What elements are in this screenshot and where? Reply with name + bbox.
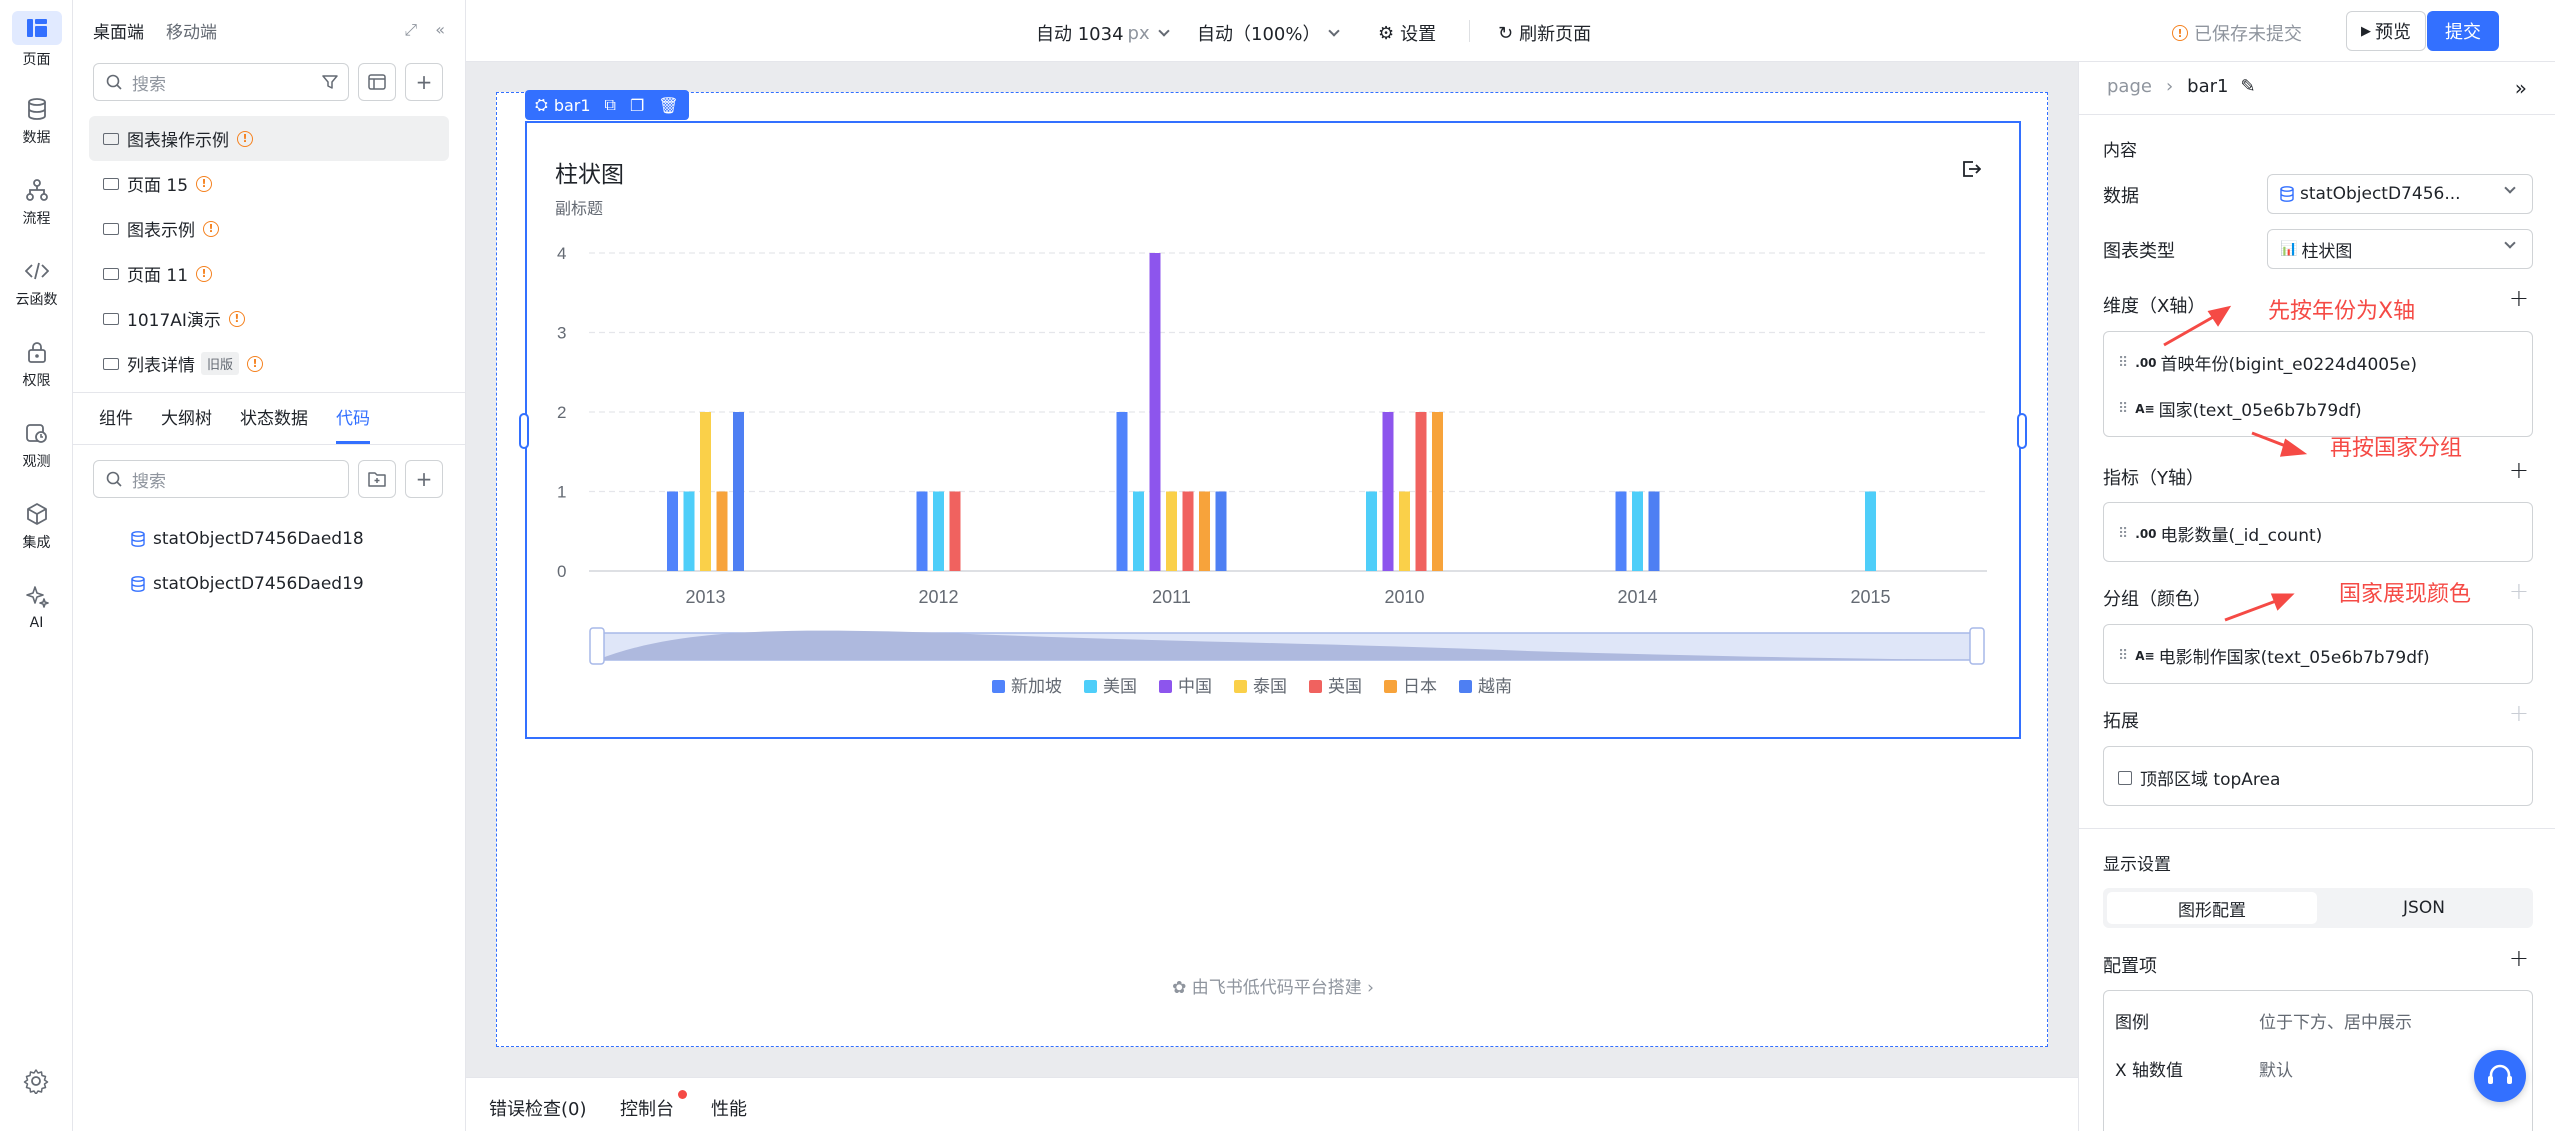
annotation-text: 再按国家分组 bbox=[2330, 436, 2463, 461]
annotation-text: 国家展现颜色 bbox=[2339, 582, 2472, 607]
headset-icon bbox=[2488, 1064, 2512, 1084]
help-button[interactable] bbox=[2474, 1050, 2526, 1102]
annotation-text: 先按年份为X轴 bbox=[2268, 299, 2416, 324]
annotation-arrows bbox=[2163, 305, 2308, 622]
